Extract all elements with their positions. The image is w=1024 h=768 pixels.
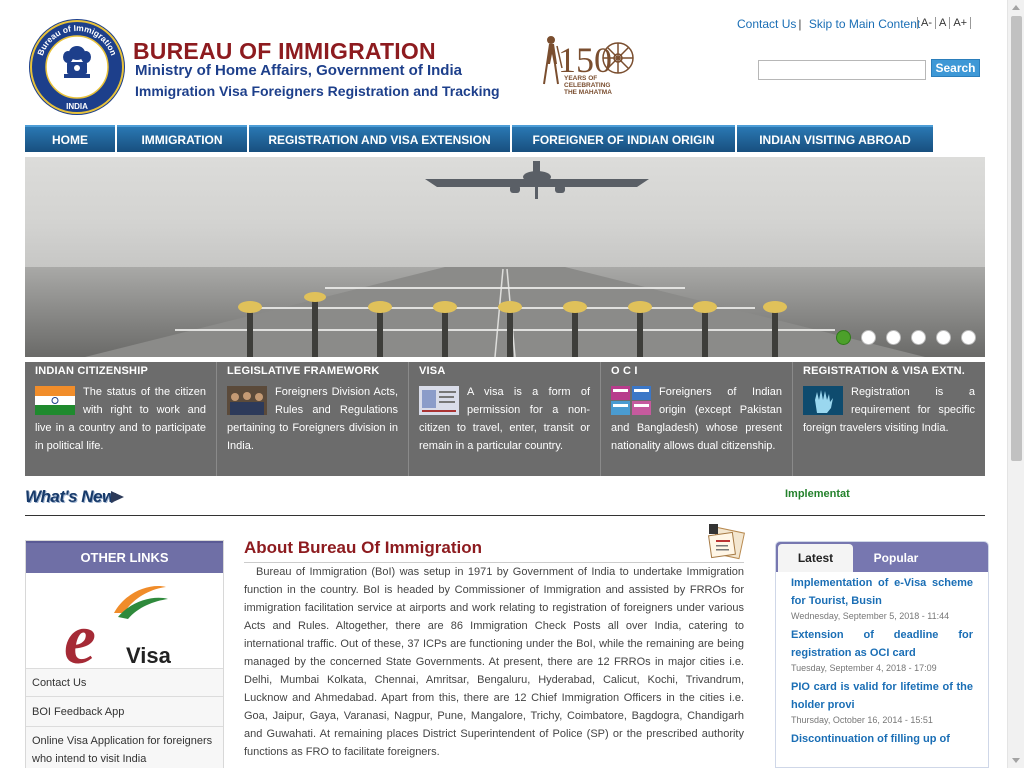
tagline-subtitle: Immigration Visa Foreigners Registration… [135, 83, 500, 99]
slider-dot-1[interactable] [836, 330, 851, 345]
font-decrease-button[interactable]: A- [917, 17, 935, 29]
logo-bottom-text: INDIA [66, 102, 88, 111]
newspaper-icon [708, 524, 745, 560]
news-date: Tuesday, September 4, 2018 - 17:09 [791, 663, 937, 673]
other-links-panel: OTHER LINKS e Visa Contact Us BOI Feedba… [25, 540, 224, 768]
other-link-online-visa[interactable]: Online Visa Application for foreigners w… [26, 726, 223, 768]
evisa-logo: e Visa [64, 586, 172, 679]
about-heading: About Bureau Of Immigration [244, 538, 482, 557]
news-item: Extension of deadline for registration a… [791, 626, 973, 673]
hero-slider[interactable] [25, 157, 985, 357]
news-item: Discontinuation of filling up of [791, 730, 973, 748]
ministry-subtitle: Ministry of Home Affairs, Government of … [135, 62, 462, 79]
news-ticker[interactable]: Implementat [785, 488, 863, 500]
slider-dot-2[interactable] [861, 330, 876, 345]
top-links-bar: Contact Us | Skip to Main Content [737, 17, 921, 31]
whats-new-label: What's New [25, 487, 115, 506]
scrollbar-thumb[interactable] [1011, 16, 1022, 461]
slider-dot-5[interactable] [936, 330, 951, 345]
oci-cards-icon [611, 386, 651, 415]
feature-boxes: INDIAN CITIZENSHIP The status of the cit… [25, 362, 985, 476]
evisa-letter: e [64, 599, 96, 668]
news-item: PIO card is valid for lifetime of the ho… [791, 678, 973, 725]
tab-latest[interactable]: Latest [778, 544, 853, 572]
news-title-link[interactable]: Extension of deadline for registration a… [791, 626, 973, 662]
india-flag-icon [35, 386, 75, 415]
evisa-banner[interactable]: e Visa [26, 573, 223, 679]
divider [25, 515, 985, 516]
nav-immigration[interactable]: IMMIGRATION [117, 125, 247, 152]
news-list: Implementation of e-Visa scheme for Tour… [776, 572, 988, 748]
font-size-controls: A- A A+ [917, 17, 972, 29]
scroll-up-icon[interactable] [1012, 5, 1020, 10]
nav-registration-visa-extension[interactable]: REGISTRATION AND VISA EXTENSION [249, 125, 510, 152]
font-increase-button[interactable]: A+ [949, 17, 972, 29]
slider-dot-3[interactable] [886, 330, 901, 345]
slider-dot-4[interactable] [911, 330, 926, 345]
vertical-scrollbar[interactable] [1007, 0, 1024, 768]
news-title-link[interactable]: PIO card is valid for lifetime of the ho… [791, 678, 973, 714]
mahatma-text-line2: CELEBRATING [564, 82, 610, 89]
about-description: Bureau of Immigration (BoI) was setup in… [244, 566, 744, 758]
tab-popular[interactable]: Popular [856, 544, 936, 572]
mahatma-text-line3: THE MAHATMA [564, 89, 612, 96]
nav-indian-visiting-abroad[interactable]: INDIAN VISITING ABROAD [737, 125, 933, 152]
feature-registration-visa-extn[interactable]: REGISTRATION & VISA EXTN. Registration i… [793, 362, 985, 476]
site-title[interactable]: BUREAU OF IMMIGRATION [133, 38, 436, 65]
other-link-contact-us[interactable]: Contact Us [26, 668, 223, 696]
group-photo-icon [227, 386, 267, 415]
news-tab-bar: Latest Popular [776, 542, 988, 572]
news-tabs-panel: Latest Popular Implementation of e-Visa … [775, 541, 989, 768]
contact-us-link[interactable]: Contact Us [737, 17, 796, 31]
feature-legislative-framework[interactable]: LEGISLATIVE FRAMEWORK Foreigners Divisio… [217, 362, 409, 476]
feature-title[interactable]: INDIAN CITIZENSHIP [35, 365, 206, 377]
news-title-link[interactable]: Implementation of e-Visa scheme for Tour… [791, 574, 973, 610]
skip-to-main-link[interactable]: Skip to Main Content [809, 17, 920, 31]
search-input[interactable] [758, 60, 926, 80]
page: Bureau of Immigration INDIA BUREAU OF IM… [0, 0, 1024, 768]
mahatma-150-number: 150 [558, 40, 612, 80]
visa-document-icon [419, 386, 459, 415]
scroll-down-icon[interactable] [1012, 758, 1020, 763]
feature-title[interactable]: O C I [611, 365, 782, 377]
feature-title[interactable]: REGISTRATION & VISA EXTN. [803, 365, 975, 377]
feature-visa[interactable]: VISA A visa is a form of permission for … [409, 362, 601, 476]
feature-title[interactable]: VISA [419, 365, 590, 377]
nav-foreigner-indian-origin[interactable]: FOREIGNER OF INDIAN ORIGIN [512, 125, 735, 152]
bureau-emblem-logo[interactable]: Bureau of Immigration INDIA [27, 17, 127, 117]
news-date: Thursday, October 16, 2014 - 15:51 [791, 715, 933, 725]
news-item: Implementation of e-Visa scheme for Tour… [791, 574, 973, 621]
news-title-link[interactable]: Discontinuation of filling up of [791, 730, 973, 748]
slider-dot-6[interactable] [961, 330, 976, 345]
feature-indian-citizenship[interactable]: INDIAN CITIZENSHIP The status of the cit… [25, 362, 217, 476]
airplane-runway-image [25, 157, 985, 357]
search-button[interactable]: Search [931, 59, 980, 77]
feature-oci[interactable]: O C I Foreigners of Indian origin (excep… [601, 362, 793, 476]
mahatma-text-line1: YEARS OF [564, 75, 597, 82]
news-date: Wednesday, September 5, 2018 - 11:44 [791, 611, 950, 621]
other-links-title: OTHER LINKS [26, 541, 223, 573]
other-link-boi-feedback-app[interactable]: BOI Feedback App [26, 696, 223, 726]
play-arrow-icon [111, 491, 124, 503]
hand-scan-icon [803, 386, 843, 415]
nav-home[interactable]: HOME [25, 125, 115, 152]
feature-title[interactable]: LEGISLATIVE FRAMEWORK [227, 365, 398, 377]
font-normal-button[interactable]: A [935, 17, 949, 29]
evisa-word: Visa [126, 643, 172, 668]
mahatma-150-logo: 150 YEARS OF CELEBRATING THE MAHATMA [543, 36, 634, 96]
